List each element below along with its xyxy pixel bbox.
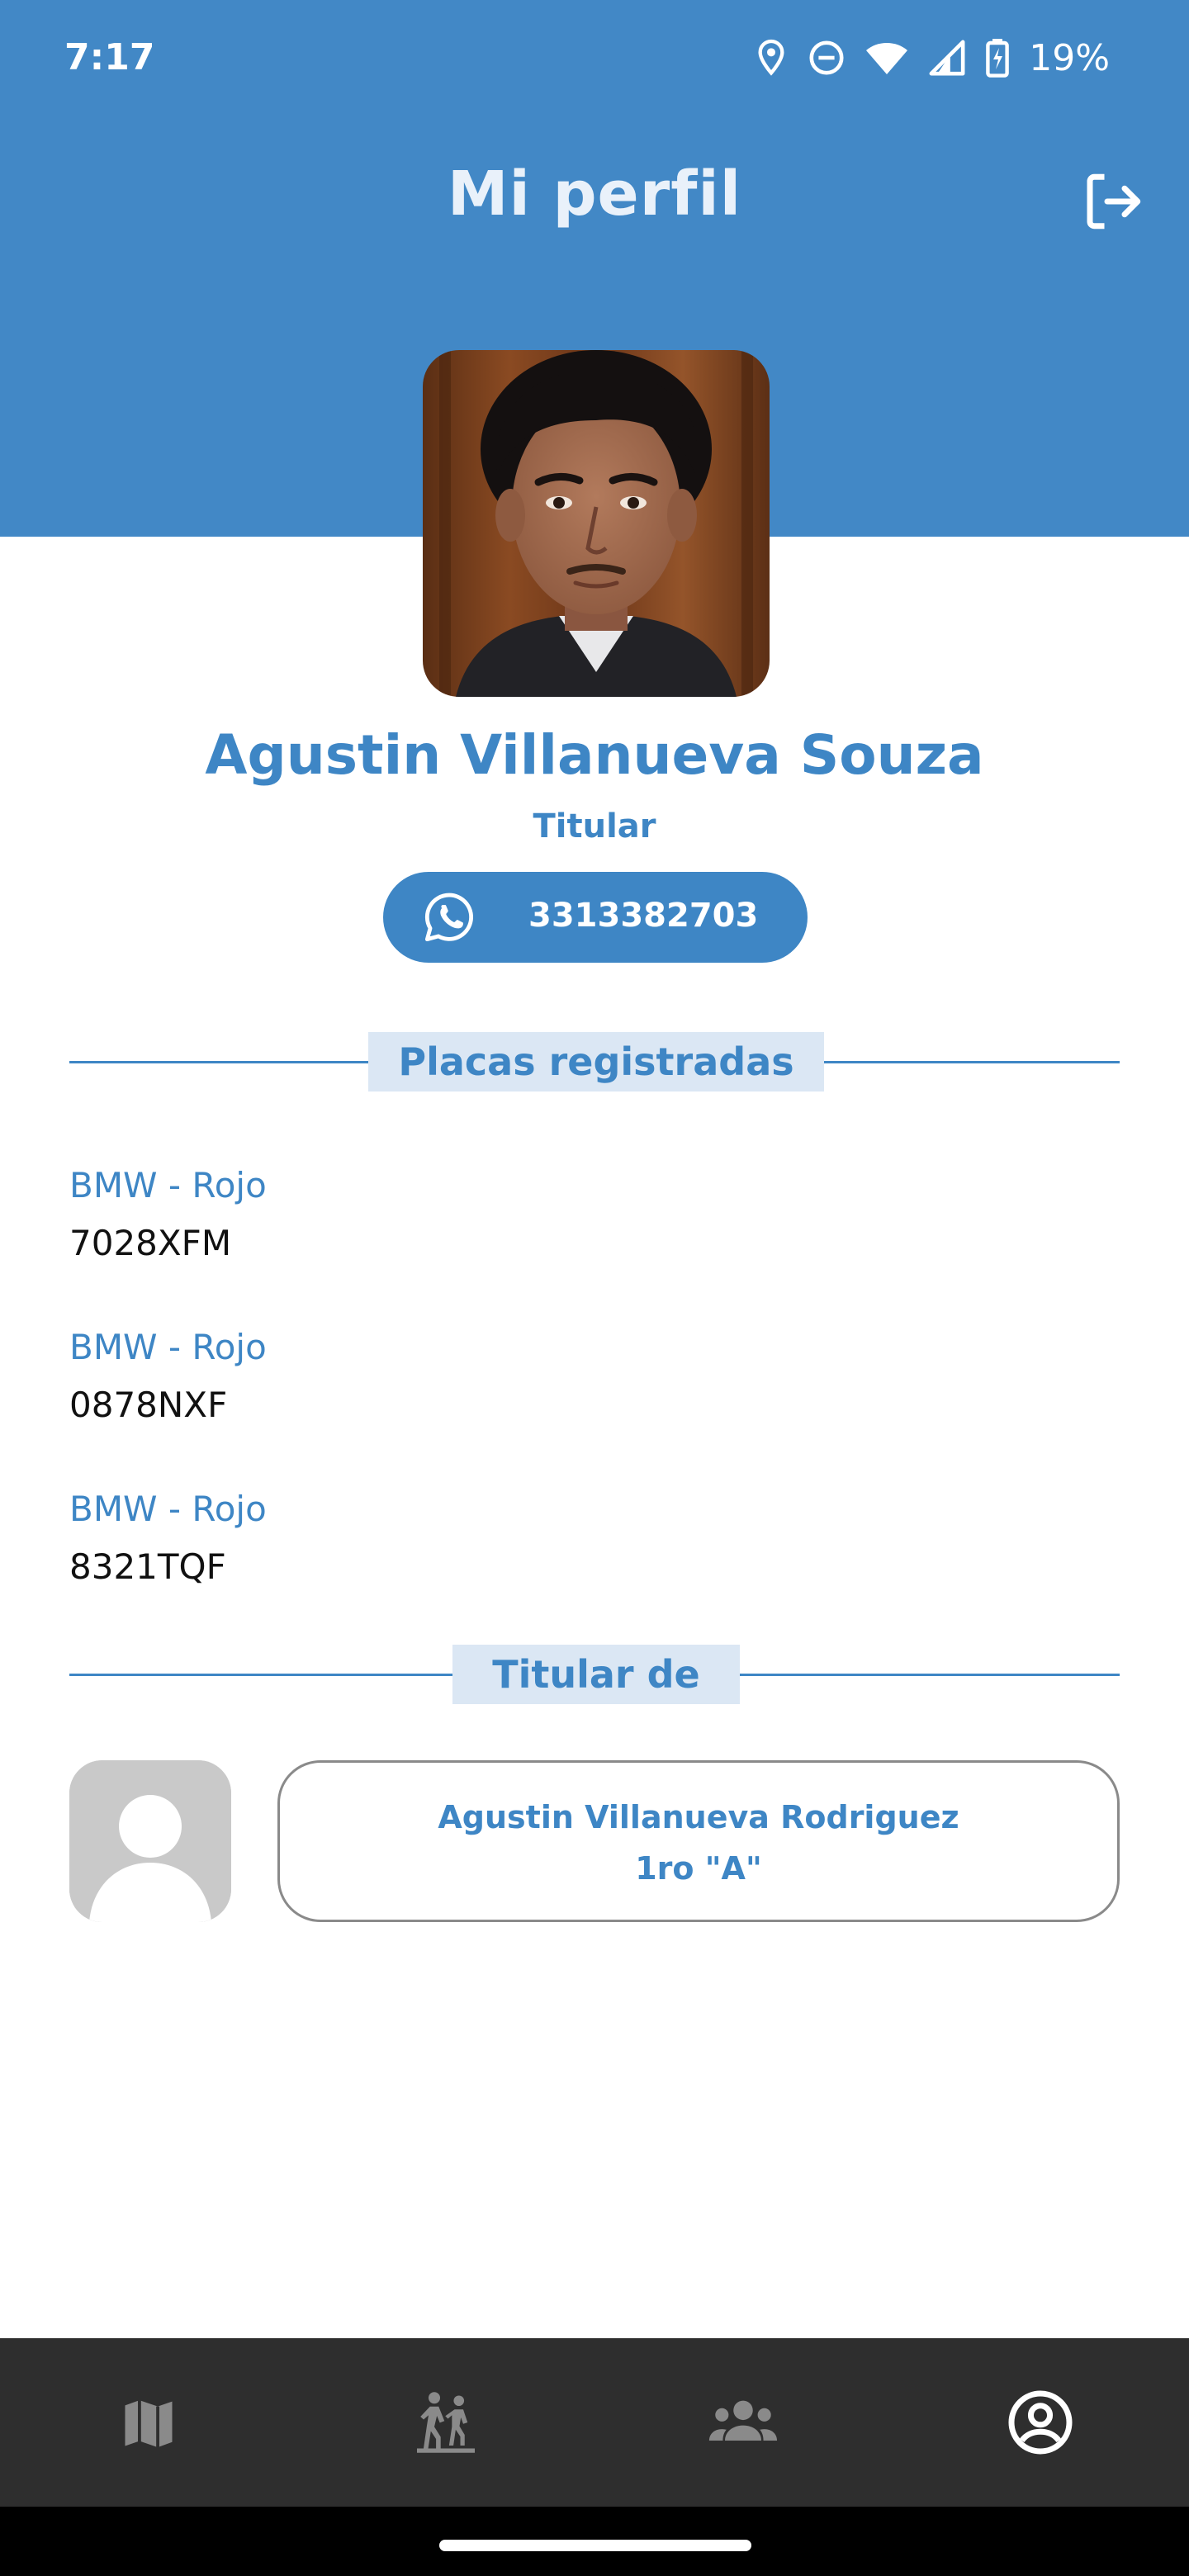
plates-section-header: Placas registradas	[69, 1032, 1120, 1091]
profile-screen: 7:17 19% Mi perfil Agustin Villanueva So…	[0, 0, 1189, 2576]
battery-charging-icon	[986, 38, 1010, 78]
nav-item-profile[interactable]	[991, 2373, 1090, 2472]
status-time: 7:17	[64, 36, 155, 78]
whatsapp-icon	[424, 893, 474, 942]
profile-role: Titular	[533, 807, 656, 845]
profile-name: Agustin Villanueva Souza	[205, 723, 984, 787]
signal-icon	[928, 39, 966, 77]
profile-photo[interactable]	[423, 350, 770, 697]
holder-section-title: Titular de	[452, 1645, 740, 1704]
plate-item[interactable]: BMW - Rojo 7028XFM	[69, 1161, 730, 1268]
status-bar: 7:17 19%	[0, 0, 1189, 124]
map-icon	[125, 2400, 173, 2448]
nav-item-pedestrian[interactable]	[396, 2373, 495, 2472]
pedestrian-crossing-icon	[417, 2392, 475, 2453]
app-bar: Mi perfil	[0, 124, 1189, 281]
holder-section-header: Titular de	[69, 1645, 1120, 1704]
person-placeholder-icon	[69, 1760, 231, 1922]
nav-item-group[interactable]	[694, 2373, 793, 2472]
whatsapp-phone-button[interactable]: 3313382703	[383, 872, 808, 963]
logout-button[interactable]	[1078, 167, 1148, 236]
bottom-navigation	[0, 2338, 1189, 2507]
member-unit: 1ro "A"	[635, 1850, 762, 1887]
wifi-icon	[865, 40, 908, 76]
page-title: Mi perfil	[447, 159, 742, 230]
member-avatar	[69, 1760, 231, 1922]
plate-item[interactable]: BMW - Rojo 8321TQF	[69, 1485, 730, 1592]
member-name: Agustin Villanueva Rodriguez	[438, 1799, 959, 1835]
logout-icon	[1087, 173, 1141, 230]
plate-vehicle: BMW - Rojo	[69, 1489, 267, 1529]
account-circle-icon	[1008, 2390, 1073, 2455]
plate-vehicle: BMW - Rojo	[69, 1327, 267, 1367]
plate-number: 7028XFM	[69, 1223, 232, 1263]
gesture-area	[0, 2507, 1189, 2576]
status-icons: 19%	[755, 33, 1110, 83]
group-icon	[708, 2400, 778, 2441]
location-icon	[755, 38, 788, 78]
plate-item[interactable]: BMW - Rojo 0878NXF	[69, 1323, 730, 1430]
phone-number: 3313382703	[528, 897, 759, 935]
home-gesture-bar[interactable]	[439, 2540, 751, 2551]
nav-item-map[interactable]	[99, 2373, 198, 2472]
plate-vehicle: BMW - Rojo	[69, 1165, 267, 1205]
battery-level: 19%	[1029, 36, 1110, 79]
dnd-icon	[808, 39, 846, 77]
plates-section-title: Placas registradas	[368, 1032, 824, 1091]
plate-number: 0878NXF	[69, 1385, 228, 1425]
plate-number: 8321TQF	[69, 1546, 226, 1587]
member-card[interactable]: Agustin Villanueva Rodriguez 1ro "A"	[277, 1760, 1120, 1922]
